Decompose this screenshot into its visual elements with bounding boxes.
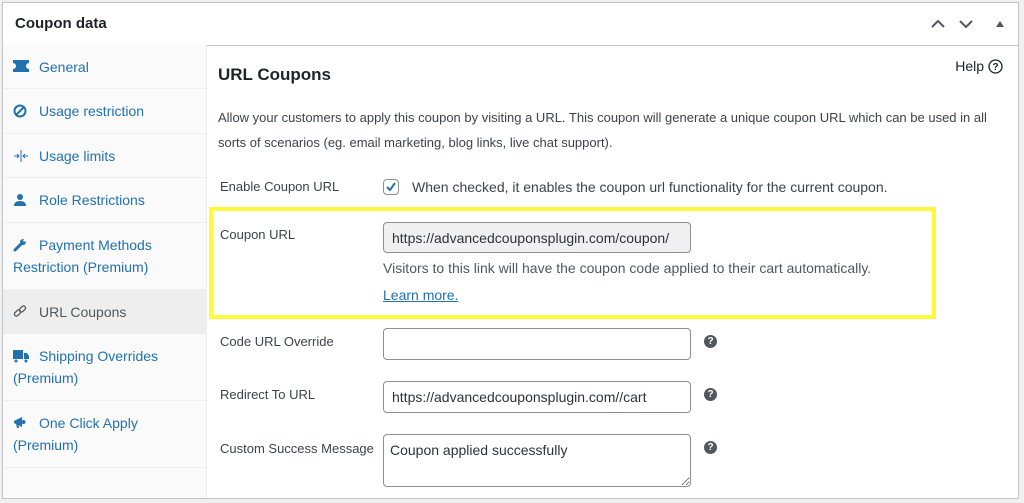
block-icon — [13, 104, 29, 118]
sidebar: General Usage restriction Usage limits R… — [3, 45, 207, 498]
success-message-label: Custom Success Message — [220, 441, 374, 456]
coupon-url-label: Coupon URL — [220, 227, 296, 242]
intro-text: Allow your customers to apply this coupo… — [218, 110, 987, 150]
checkmark-icon — [386, 182, 396, 192]
success-message-textarea[interactable]: Coupon applied successfully — [383, 434, 691, 487]
success-message-help-icon[interactable]: ? — [704, 441, 717, 454]
enable-coupon-url-label: Enable Coupon URL — [220, 179, 340, 194]
limits-icon — [13, 149, 29, 163]
svg-text:?: ? — [992, 62, 998, 73]
move-down-button[interactable] — [955, 13, 977, 35]
code-url-override-help-icon[interactable]: ? — [704, 335, 717, 348]
toggle-panel-button[interactable] — [989, 13, 1011, 35]
panel-header: Coupon data — [3, 3, 1018, 46]
sidebar-item-payment-methods[interactable]: Payment Methods Restriction (Premium) — [3, 223, 206, 290]
sidebar-item-general[interactable]: General — [3, 45, 206, 89]
code-url-override-label: Code URL Override — [220, 334, 334, 349]
chevron-down-icon — [959, 20, 973, 29]
enable-coupon-url-description: When checked, it enables the coupon url … — [412, 179, 888, 195]
chevron-up-icon — [931, 19, 945, 28]
wrench-icon — [13, 238, 29, 252]
learn-more-link[interactable]: Learn more. — [383, 287, 458, 303]
link-icon — [13, 305, 29, 319]
sidebar-item-usage-limits[interactable]: Usage limits — [3, 134, 206, 178]
move-up-button[interactable] — [927, 13, 949, 35]
help-button[interactable]: Help ? — [955, 58, 1003, 74]
megaphone-icon — [13, 416, 29, 430]
coupon-url-input[interactable] — [383, 222, 691, 253]
user-icon — [13, 193, 29, 207]
panel-title: Coupon data — [15, 15, 107, 32]
triangle-up-icon — [996, 21, 1004, 27]
help-circle-icon: ? — [988, 58, 1003, 74]
code-url-override-input[interactable] — [383, 328, 691, 360]
ticket-icon — [13, 60, 29, 74]
sidebar-item-one-click-apply[interactable]: One Click Apply (Premium) — [3, 401, 206, 468]
truck-icon — [13, 349, 29, 363]
sidebar-item-shipping-overrides[interactable]: Shipping Overrides (Premium) — [3, 334, 206, 401]
coupon-data-panel: Coupon data General Usage restriction Us… — [2, 2, 1019, 499]
sidebar-item-role-restrictions[interactable]: Role Restrictions — [3, 178, 206, 223]
sidebar-item-usage-restriction[interactable]: Usage restriction — [3, 89, 206, 134]
coupon-url-description: Visitors to this link will have the coup… — [383, 260, 872, 276]
url-coupons-content: URL Coupons Help ? Allow your customers … — [207, 45, 1018, 498]
redirect-url-input[interactable] — [383, 381, 691, 413]
sidebar-item-url-coupons[interactable]: URL Coupons — [3, 290, 206, 334]
enable-coupon-url-checkbox[interactable] — [383, 179, 399, 195]
section-title: URL Coupons — [218, 65, 332, 84]
redirect-url-help-icon[interactable]: ? — [704, 388, 717, 401]
redirect-url-label: Redirect To URL — [220, 387, 316, 402]
